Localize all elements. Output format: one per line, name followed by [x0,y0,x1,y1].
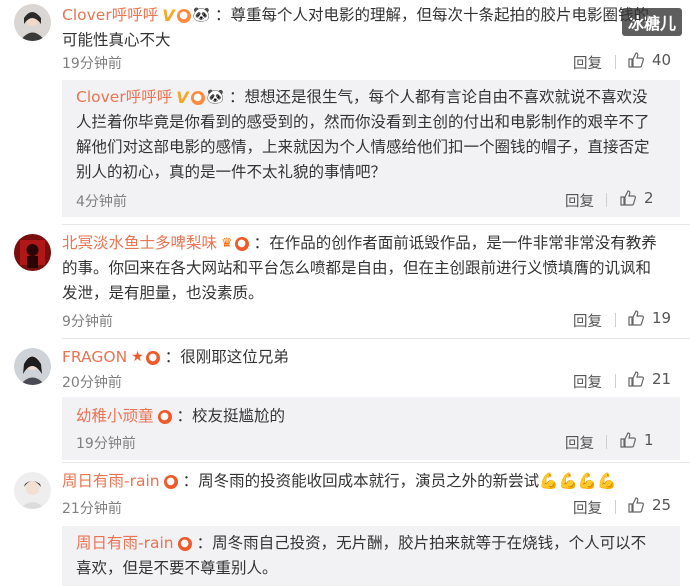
like-button[interactable]: 1 [620,431,654,452]
like-button[interactable]: 2 [620,189,654,210]
user-badges: ● [157,404,174,429]
divider [62,462,690,463]
comment-time: 20分钟前 [62,375,122,391]
like-count: 21 [652,370,672,388]
vip-v-icon: V [176,88,189,107]
like-count: 19 [652,309,672,327]
user-badges: ● [163,469,180,494]
star-icon: ★ [131,349,144,365]
like-button[interactable]: 19 [628,309,671,330]
sub-reply-text: Clover呼呼呼 V ● 🐼 ：想想还是很生气，每个人都有言论自由不喜欢就说不喜欢没人… [76,85,660,185]
reply-button[interactable]: 回复 [573,371,602,392]
sub-reply-text: 幼稚小顽童 ● ：校友挺尴尬的 [76,404,660,429]
thumb-up-icon [628,52,644,72]
thumb-up-icon [628,310,644,330]
avatar[interactable] [14,472,51,509]
like-count: 25 [652,496,672,514]
like-count: 40 [652,51,672,69]
sub-reply-time: 4分钟前 [76,194,127,210]
vip-v-icon: V [162,6,175,25]
sub-reply-box: Clover呼呼呼 V ● 🐼 ：想想还是很生气，每个人都有言论自由不喜欢就说不喜欢没人… [62,80,680,217]
sub-reply-box: 幼稚小顽童 ● ：校友挺尴尬的 19分钟前 回复 1 [62,397,680,460]
comment-body: 周冬雨的投资能收回成本就行，演员之外的新尝试 [198,472,540,490]
username-link[interactable]: 周日有雨-rain [76,534,174,552]
thumb-up-icon [620,190,636,210]
member-icon: ● [163,474,178,489]
divider [615,313,616,327]
reply-button[interactable]: 回复 [573,310,602,331]
member-icon: ● [145,350,160,365]
flex-emoji-icons: 💪💪💪💪 [539,472,617,490]
username-link[interactable]: 周日有雨-rain [62,472,160,490]
divider [615,374,616,388]
sub-reply-box: 周日有雨-rain ● ：周冬雨自己投资，无片酬，胶片拍来就等于在烧钱，个人可以不喜… [62,526,680,586]
username-link[interactable]: FRAGON [62,348,127,366]
panda-icon: 🐼 [206,89,225,105]
reply-button[interactable]: 回复 [573,497,602,518]
avatar[interactable] [14,4,51,41]
divider [615,500,616,514]
username-link[interactable]: Clover呼呼呼 [76,88,172,106]
panda-icon: 🐼 [192,7,211,23]
comment-body: 很刚耶这位兄弟 [180,348,289,366]
user-badges: V ● 🐼 [176,85,226,110]
divider [615,55,616,69]
user-badges: ♛ ● [221,231,251,256]
reply-button[interactable]: 回复 [565,190,594,211]
crown-icon: ♛ [221,236,233,251]
sub-reply-time: 19分钟前 [76,436,136,452]
comment-text: Clover呼呼呼 V ● 🐼 ：尊重每个人对电影的理解，但每次十条起拍的胶片电影圈钱的… [62,3,660,53]
divider [606,435,607,449]
thumb-up-icon [628,497,644,517]
username-link[interactable]: 幼稚小顽童 [76,407,154,425]
reply-button[interactable]: 回复 [565,432,594,453]
thumb-up-icon [620,432,636,452]
comment-time: 21分钟前 [62,501,122,517]
member-icon: ● [177,536,192,551]
member-icon: ● [190,90,205,105]
member-icon: ● [234,236,249,251]
comment-time: 19分钟前 [62,56,122,72]
user-badges: V ● 🐼 [162,3,212,28]
divider [606,193,607,207]
avatar[interactable] [14,234,51,271]
comment-text: 北冥淡水鱼士多啤梨味 ♛ ● ：在作品的创作者面前诋毁作品，是一件非常非常没有教养的事… [62,231,660,306]
like-count: 2 [644,189,654,207]
member-icon: ● [157,409,172,424]
like-count: 1 [644,431,654,449]
like-button[interactable]: 21 [628,370,671,391]
sub-reply-text: 周日有雨-rain ● ：周冬雨自己投资，无片酬，胶片拍来就等于在烧钱，个人可以不喜… [76,531,660,581]
member-icon: ● [176,8,191,23]
reply-button[interactable]: 回复 [573,52,602,73]
divider [62,338,690,339]
comment-time: 9分钟前 [62,314,113,330]
like-button[interactable]: 40 [628,51,671,72]
comment-text: FRAGON ★ ● ：很刚耶这位兄弟 [62,345,660,370]
thumb-up-icon [628,371,644,391]
comment-text: 周日有雨-rain ● ：周冬雨的投资能收回成本就行，演员之外的新尝试💪💪💪💪 [62,469,660,494]
username-link[interactable]: 北冥淡水鱼士多啤梨味 [62,234,217,252]
divider [62,224,690,225]
user-badges: ★ ● [131,345,162,370]
username-link[interactable]: Clover呼呼呼 [62,6,158,24]
sub-reply-body: 校友挺尴尬的 [192,407,286,425]
like-button[interactable]: 25 [628,496,671,517]
avatar[interactable] [14,348,51,385]
user-badges: ● [177,531,194,556]
